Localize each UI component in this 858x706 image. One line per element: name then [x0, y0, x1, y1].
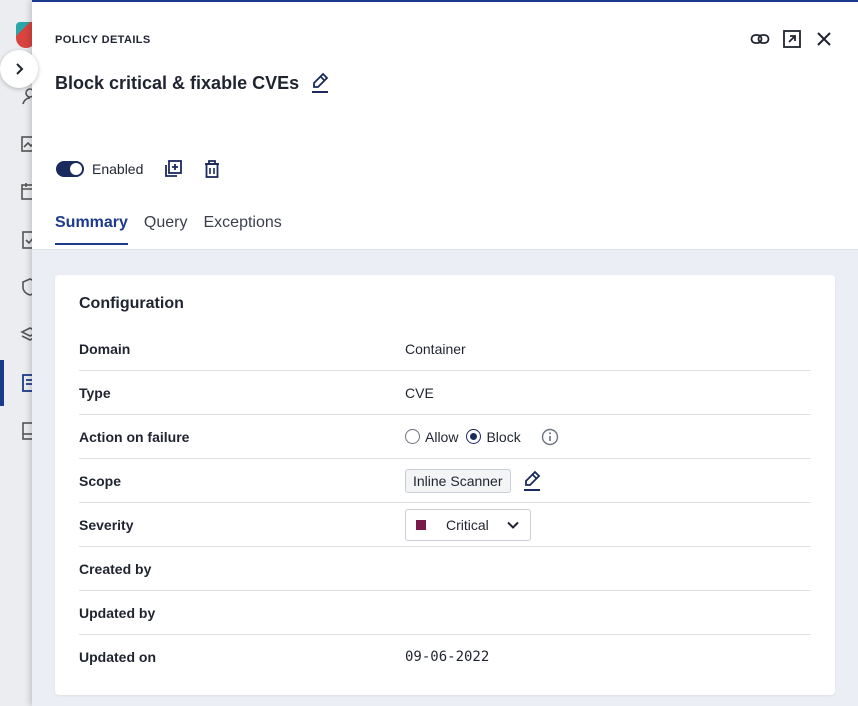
severity-value: Critical [405, 508, 531, 541]
tab-summary[interactable]: Summary [55, 214, 128, 245]
block-radio-label: Block [486, 428, 521, 445]
configuration-card: Configuration Domain Container Type CVE … [55, 275, 835, 695]
edit-title-pencil-icon[interactable] [311, 72, 329, 94]
created-by-label: Created by [79, 560, 152, 577]
severity-selected-text: Critical [446, 516, 489, 533]
enabled-toggle[interactable] [56, 161, 84, 177]
edit-scope-pencil-icon[interactable] [523, 470, 541, 492]
type-value: CVE [405, 384, 434, 401]
chevron-down-icon [507, 521, 519, 529]
header-actions [750, 28, 834, 50]
scope-chip: Inline Scanner [405, 468, 511, 493]
row-type: Type CVE [79, 371, 811, 415]
severity-label: Severity [79, 516, 134, 533]
domain-label: Domain [79, 340, 131, 357]
tab-query[interactable]: Query [144, 214, 188, 245]
enabled-label: Enabled [92, 161, 144, 177]
configuration-title: Configuration [79, 295, 184, 312]
row-domain: Domain Container [79, 327, 811, 371]
duplicate-icon[interactable] [163, 159, 183, 179]
scope-value: Inline Scanner [405, 468, 541, 493]
open-external-icon[interactable] [782, 28, 802, 50]
row-scope: Scope Inline Scanner [79, 459, 811, 503]
row-created-by: Created by [79, 547, 811, 591]
row-updated-by: Updated by [79, 591, 811, 635]
copy-link-icon[interactable] [750, 28, 770, 50]
close-icon[interactable] [814, 28, 834, 50]
updated-by-label: Updated by [79, 604, 156, 621]
panel-header: POLICY DETAILS Block critical & fixable … [32, 2, 858, 250]
action-label: Action on failure [79, 428, 190, 445]
scope-label: Scope [79, 472, 122, 489]
type-label: Type [79, 384, 111, 401]
row-action-on-failure: Action on failure Allow Block [79, 415, 811, 459]
block-radio[interactable] [466, 429, 482, 444]
expand-sidebar-button[interactable] [0, 50, 38, 88]
allow-radio[interactable] [405, 429, 420, 444]
severity-color-swatch [416, 519, 426, 530]
tab-bar: Summary Query Exceptions [55, 214, 282, 245]
configuration-table: Domain Container Type CVE Action on fail… [79, 327, 811, 679]
policy-title: Block critical & fixable CVEs [55, 72, 300, 93]
updated-on-label: Updated on [79, 649, 156, 665]
info-icon[interactable] [541, 428, 559, 446]
allow-radio-label: Allow [425, 428, 459, 445]
row-severity: Severity Critical [79, 503, 811, 547]
row-updated-on: Updated on 09-06-2022 [79, 635, 811, 679]
tab-exceptions[interactable]: Exceptions [204, 214, 282, 245]
delete-trash-icon[interactable] [203, 159, 221, 179]
severity-select[interactable]: Critical [405, 508, 531, 541]
policy-details-panel: POLICY DETAILS Block critical & fixable … [32, 0, 858, 706]
allow-radio-option[interactable]: Allow [405, 429, 458, 445]
action-value: Allow Block [405, 428, 559, 446]
title-row: Block critical & fixable CVEs [55, 72, 329, 94]
status-row: Enabled [56, 159, 221, 179]
active-nav-indicator [0, 360, 4, 406]
chevron-right-icon [16, 63, 24, 75]
block-radio-option[interactable]: Block [466, 428, 521, 445]
domain-value: Container [405, 340, 466, 357]
updated-on-value: 09-06-2022 [405, 649, 490, 665]
panel-eyebrow: POLICY DETAILS [55, 34, 151, 46]
